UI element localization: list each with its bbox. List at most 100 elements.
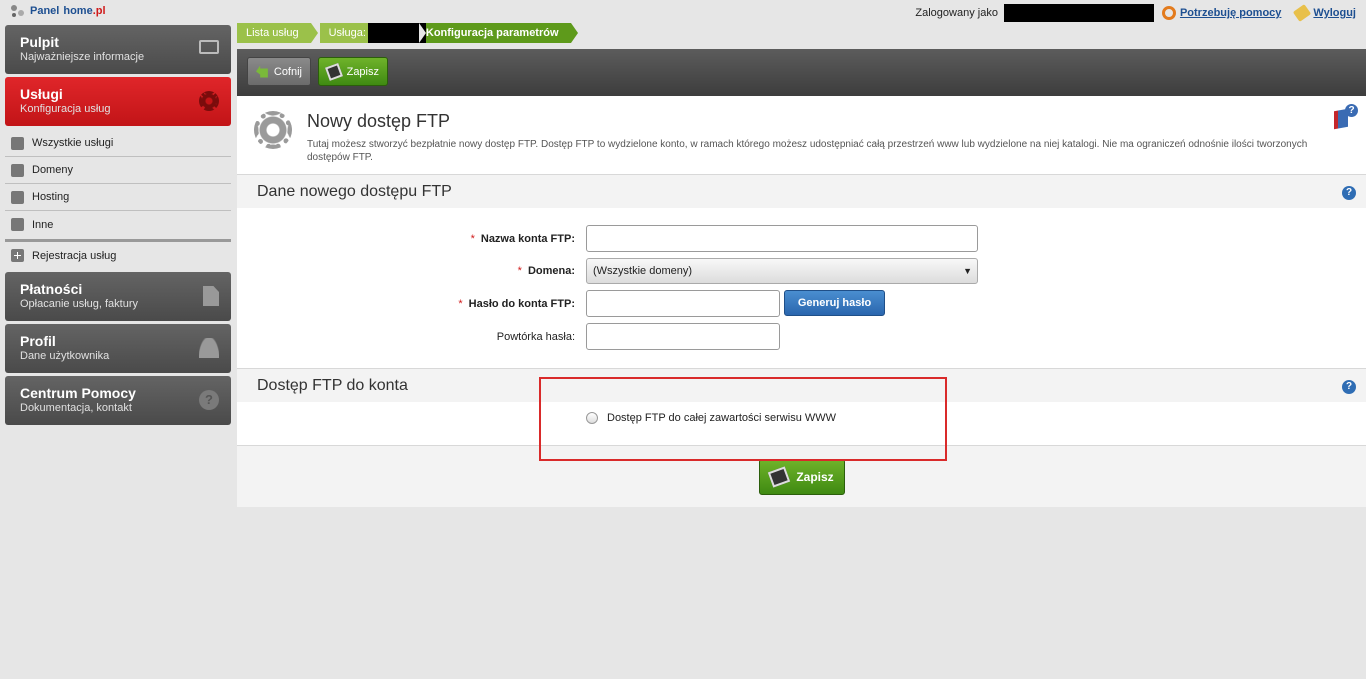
nav-pomoc-subtitle: Dokumentacja, kontakt: [20, 402, 132, 414]
sidebar-item-register[interactable]: Rejestracja usług: [5, 242, 231, 269]
user-area: Zalogowany jako Potrzebuję pomocy Wylogu…: [915, 4, 1356, 22]
sidebar-item-domains[interactable]: Domeny: [5, 157, 231, 184]
account-name-label-text: Nazwa konta FTP:: [480, 232, 575, 245]
section-new-ftp-header: Dane nowego dostępu FTP ?: [237, 174, 1366, 208]
breadcrumb-current: Konfiguracja parametrów: [418, 23, 578, 43]
sidebar-item-label: Hosting: [32, 191, 70, 203]
dropdown-arrow-icon: ▼: [963, 266, 972, 276]
nav-profil-title: Profil: [20, 333, 56, 349]
breadcrumb-service-list[interactable]: Lista usług: [237, 23, 318, 43]
question-mark-icon: ?: [1345, 104, 1358, 117]
help-icon[interactable]: ?: [1342, 186, 1356, 200]
document-icon: [11, 163, 24, 177]
nav-pulpit-subtitle: Najważniejsze informacje: [20, 51, 145, 63]
floppy-disk-icon: [325, 62, 343, 81]
domain-label: * Domena:: [518, 265, 575, 277]
nav-platnosci-subtitle: Opłacanie usług, faktury: [20, 298, 139, 310]
sidebar-item-label: Rejestracja usług: [32, 249, 117, 262]
gear-icon: [199, 91, 219, 111]
help-link[interactable]: Potrzebuję pomocy: [1161, 6, 1282, 20]
password-repeat-label: Powtórka hasła:: [496, 330, 575, 343]
save-button-label: Zapisz: [796, 470, 834, 484]
breadcrumb-service[interactable]: Usługa:: [319, 23, 434, 43]
logged-as-label: Zalogowany jako: [915, 7, 998, 19]
row-password: * Hasło do konta FTP: Generuj hasło: [237, 290, 1366, 317]
brand-logo[interactable]: Panel home.pl: [10, 4, 106, 18]
password-repeat-input[interactable]: [586, 323, 780, 350]
sidebar-item-label: Wszystkie usługi: [32, 137, 114, 149]
breadcrumb-service-label: Usługa:: [328, 27, 366, 39]
floppy-disk-icon: [768, 466, 791, 488]
sidebar-item-label: Domeny: [32, 164, 73, 176]
help-icon: ?: [199, 390, 219, 410]
main-content: Nowy dostęp FTP Tutaj możesz stworzyć be…: [237, 96, 1366, 507]
page-title: Nowy dostęp FTP: [307, 111, 451, 131]
user-icon: [199, 338, 219, 358]
asterisk-icon: [11, 218, 24, 231]
breadcrumb: Lista usług Usługa: Konfiguracja paramet…: [237, 23, 580, 43]
label-box: * Nazwa konta FTP:: [237, 225, 575, 252]
plus-icon: [11, 249, 24, 262]
nav-uslugi-subtitle: Konfiguracja usług: [20, 103, 111, 115]
save-button[interactable]: Zapisz: [759, 459, 845, 495]
toolbar-save-label: Zapisz: [346, 65, 379, 78]
label-box: Powtórka hasła:: [237, 323, 575, 350]
nav-profil[interactable]: Profil Dane użytkownika: [5, 324, 231, 373]
domain-select-value: (Wszystkie domeny): [593, 265, 693, 277]
server-icon: [11, 190, 24, 204]
sidebar-item-other[interactable]: Inne: [5, 211, 231, 238]
required-mark: *: [517, 265, 522, 277]
section-title: Dane nowego dostępu FTP: [257, 183, 452, 200]
nav-pomoc-title: Centrum Pomocy: [20, 385, 136, 401]
monitor-icon: [199, 40, 219, 54]
domain-select[interactable]: (Wszystkie domeny) ▼: [586, 258, 978, 284]
brand-part-panel: Panel: [30, 5, 60, 17]
full-access-radio[interactable]: [586, 412, 598, 424]
help-link-label: Potrzebuję pomocy: [1179, 7, 1282, 19]
gear-icon: [254, 111, 292, 149]
label-box: * Domena:: [237, 258, 575, 284]
logout-link-label: Wyloguj: [1313, 7, 1356, 19]
sidebar-item-all-services[interactable]: Wszystkie usługi: [5, 130, 231, 157]
toolbar: Cofnij Zapisz: [237, 49, 1366, 96]
redacted-service-name: [367, 23, 426, 43]
back-arrow-icon: [256, 65, 268, 78]
required-mark: *: [470, 232, 475, 245]
uslugi-subnav: Wszystkie usługi Domeny Hosting Inne Rej…: [5, 130, 231, 269]
label-box: * Hasło do konta FTP:: [237, 290, 575, 317]
toolbar-save-button[interactable]: Zapisz: [318, 57, 388, 86]
row-account-name: * Nazwa konta FTP:: [237, 225, 1366, 252]
required-mark: *: [458, 297, 463, 310]
password-label: * Hasło do konta FTP:: [458, 298, 575, 310]
sidebar-item-hosting[interactable]: Hosting: [5, 184, 231, 211]
back-button[interactable]: Cofnij: [247, 57, 311, 86]
nav-platnosci[interactable]: Płatności Opłacanie usług, faktury: [5, 272, 231, 321]
section-ftp-access-header: Dostęp FTP do konta ?: [237, 368, 1366, 402]
logout-link[interactable]: Wyloguj: [1293, 4, 1356, 22]
page-description: Tutaj możesz stworzyć bezpłatnie nowy do…: [307, 139, 1308, 163]
nav-pomoc[interactable]: Centrum Pomocy Dokumentacja, kontakt ?: [5, 376, 231, 425]
sidebar-item-label: Inne: [32, 218, 54, 231]
help-icon[interactable]: ?: [1342, 380, 1356, 394]
generate-password-button[interactable]: Generuj hasło: [784, 290, 885, 316]
nav-pulpit[interactable]: Pulpit Najważniejsze informacje: [5, 25, 231, 74]
nav-profil-subtitle: Dane użytkownika: [20, 350, 110, 362]
full-access-option[interactable]: Dostęp FTP do całej zawartości serwisu W…: [586, 412, 836, 424]
brand-part-home: home: [63, 5, 93, 17]
password-label-text: Hasło do konta FTP:: [468, 297, 575, 310]
row-password-repeat: Powtórka hasła:: [237, 323, 1366, 350]
ftp-account-name-input[interactable]: [586, 225, 978, 252]
domain-label-text: Domena:: [527, 265, 575, 277]
help-book-icon[interactable]: ?: [1334, 104, 1358, 130]
lifebuoy-icon: [1161, 6, 1176, 20]
row-domain: * Domena: (Wszystkie domeny) ▼: [237, 258, 1366, 284]
page-header: Nowy dostęp FTP Tutaj możesz stworzyć be…: [237, 96, 1366, 174]
brand-part-domain: .pl: [92, 5, 106, 17]
ftp-password-input[interactable]: [586, 290, 780, 317]
tag-icon: [1293, 4, 1312, 22]
nav-platnosci-title: Płatności: [20, 281, 83, 297]
section-title: Dostęp FTP do konta: [257, 377, 408, 394]
nav-uslugi[interactable]: Usługi Konfiguracja usług: [5, 77, 231, 126]
account-name-label: * Nazwa konta FTP:: [471, 233, 575, 245]
network-icon: [10, 4, 26, 18]
